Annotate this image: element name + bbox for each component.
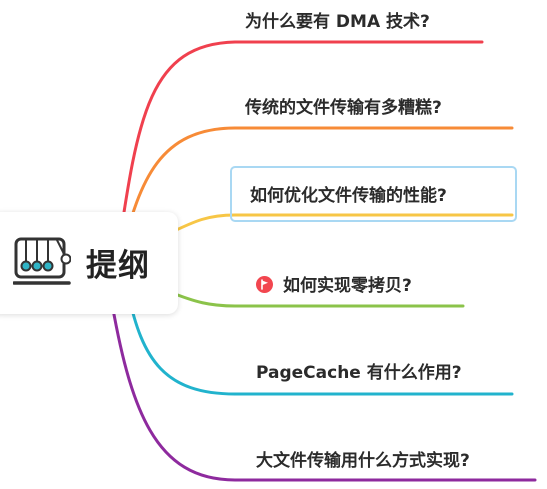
branch-dma-text: 为什么要有 DMA 技术? bbox=[245, 12, 430, 32]
branch-pagecache-text: PageCache 有什么作用? bbox=[256, 363, 462, 383]
branch-large-file-text: 大文件传输用什么方式实现? bbox=[256, 451, 470, 471]
branch-zero-copy-label[interactable]: 如何实现零拷贝? bbox=[256, 271, 412, 296]
branch-pagecache-label[interactable]: PageCache 有什么作用? bbox=[256, 358, 462, 383]
root-title: 提纲 bbox=[86, 248, 150, 284]
branch-large-file-label[interactable]: 大文件传输用什么方式实现? bbox=[256, 446, 470, 471]
branch-dma-label[interactable]: 为什么要有 DMA 技术? bbox=[245, 7, 430, 32]
branch-traditional-label[interactable]: 传统的文件传输有多糟糕? bbox=[245, 93, 442, 118]
branch-zero-copy-text: 如何实现零拷贝? bbox=[283, 276, 412, 296]
branch-traditional-text: 传统的文件传输有多糟糕? bbox=[245, 98, 442, 118]
branch-optimize-text: 如何优化文件传输的性能? bbox=[250, 186, 447, 206]
red-flag-icon bbox=[256, 276, 273, 293]
newtons-cradle-icon bbox=[13, 237, 71, 285]
branch-optimize-label[interactable]: 如何优化文件传输的性能? bbox=[230, 166, 517, 222]
